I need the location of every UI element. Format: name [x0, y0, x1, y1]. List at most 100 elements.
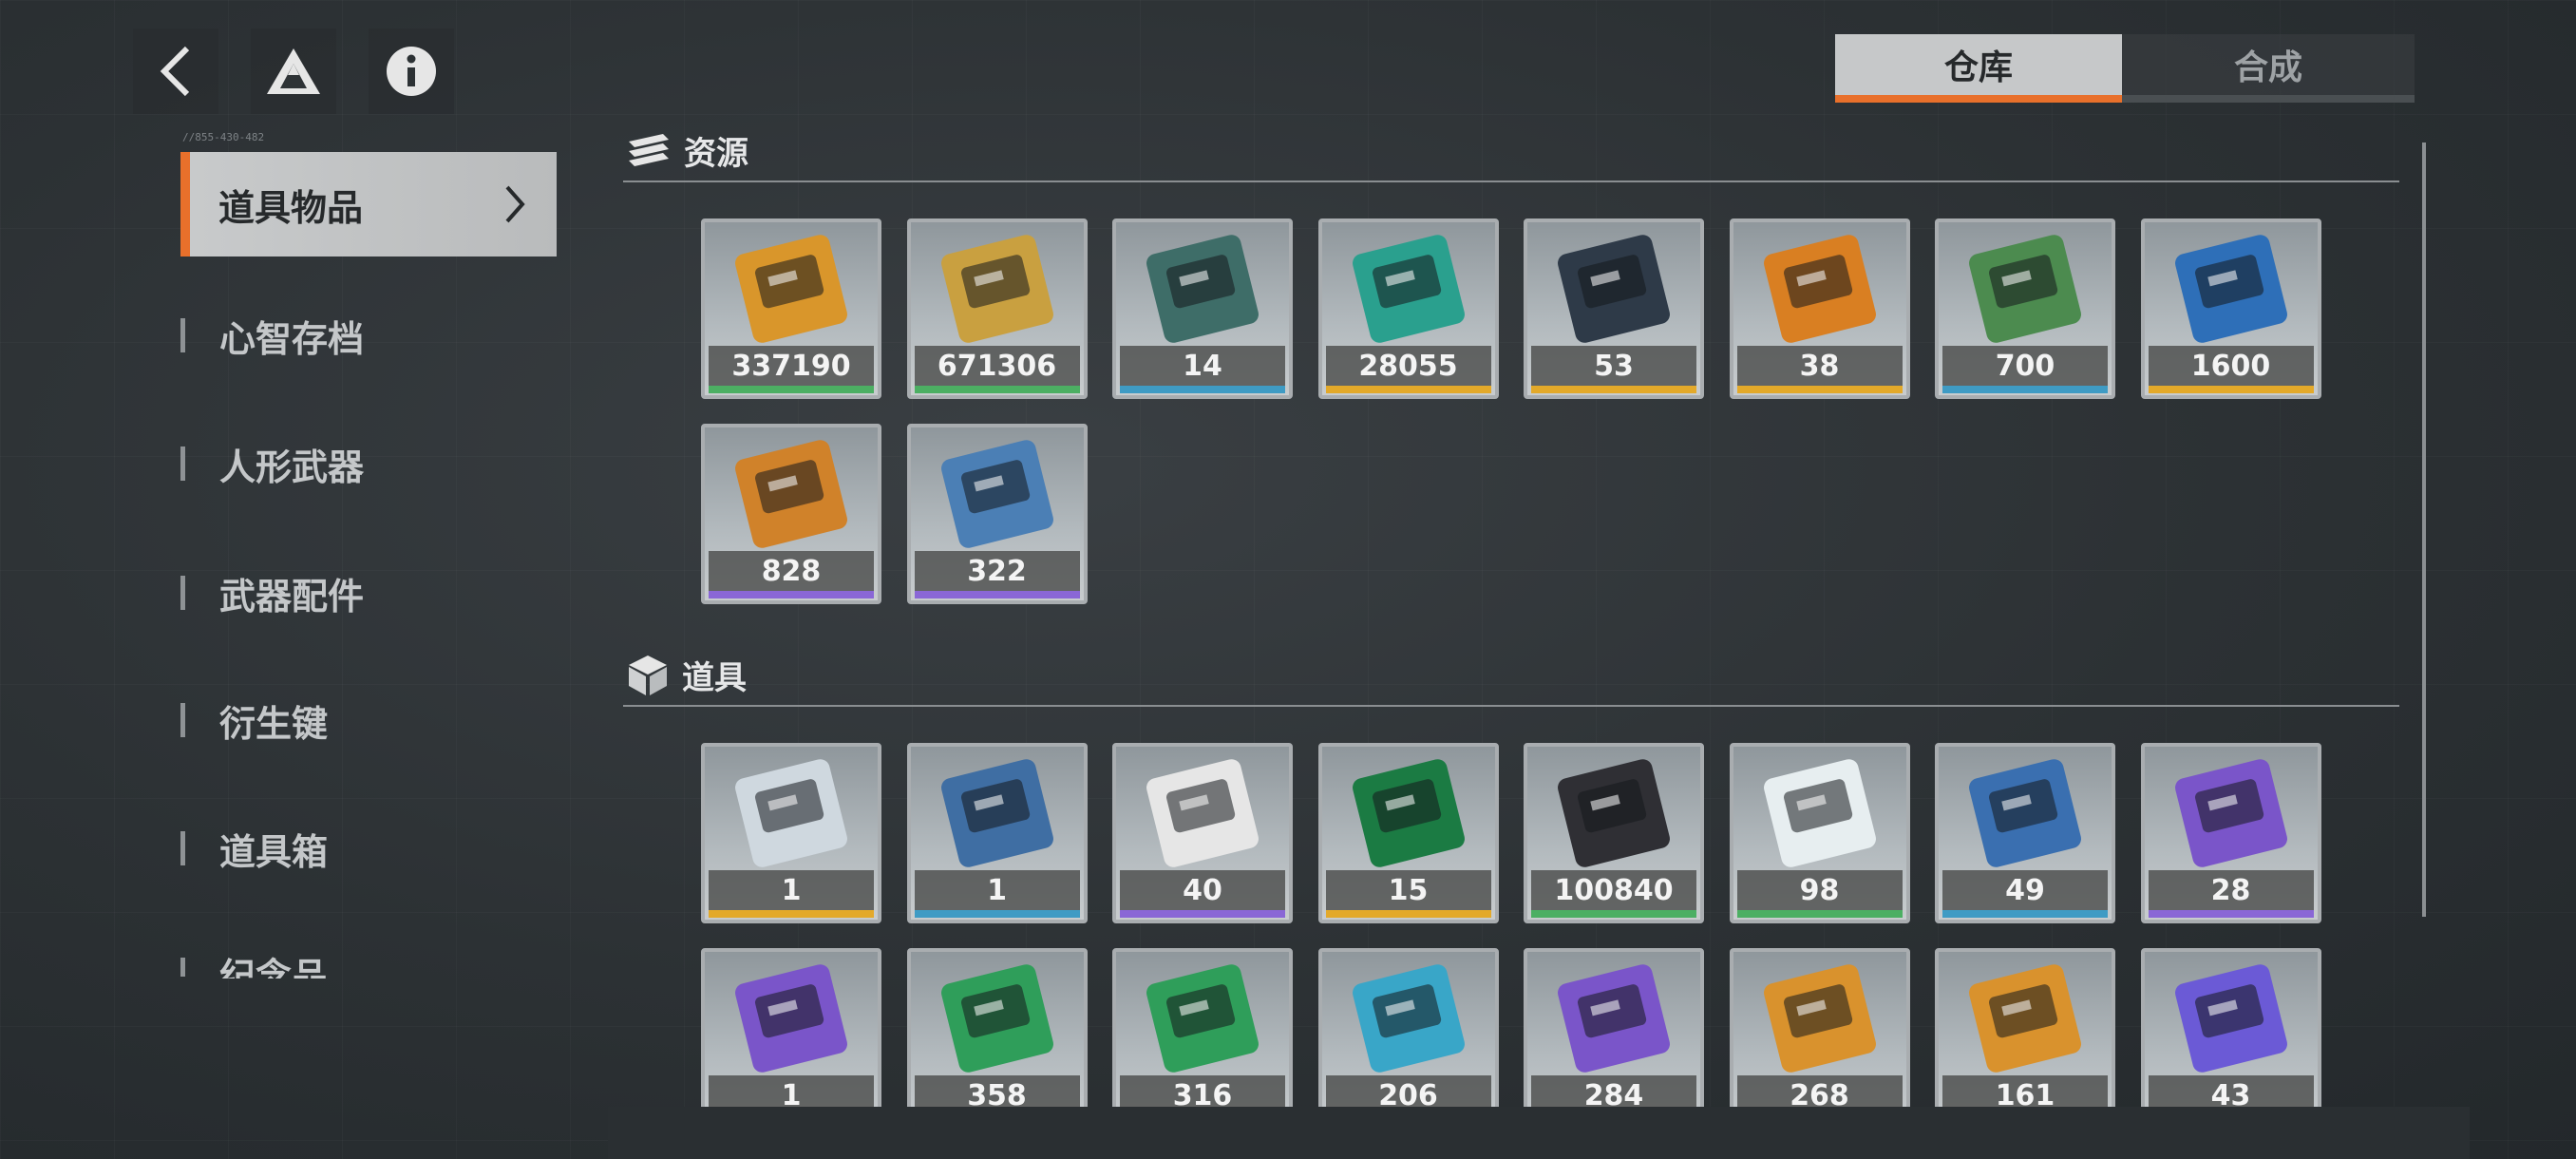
resource-item-rarity-bar — [2148, 386, 2314, 393]
resource-item-rarity-bar — [914, 386, 1080, 393]
resource-item-count: 828 — [709, 551, 874, 591]
resource-item-count: 671306 — [914, 346, 1080, 386]
prop-item-icon — [1558, 964, 1670, 1073]
resource-item-rarity-bar — [1942, 386, 2108, 393]
resource-item[interactable]: 700 — [1935, 218, 2115, 399]
prop-item[interactable]: 206 — [1317, 948, 1499, 1129]
resource-item-icon — [1352, 235, 1465, 343]
prop-item-icon — [735, 759, 847, 867]
resource-item-rarity-bar — [1120, 386, 1285, 393]
prop-item[interactable]: 28 — [2140, 743, 2321, 923]
prop-item-rarity-bar — [914, 910, 1080, 918]
sidebar-item-label: 道具物品 — [218, 186, 364, 229]
resource-item[interactable]: 337190 — [701, 218, 881, 399]
prop-item[interactable]: 40 — [1112, 743, 1293, 923]
prop-item[interactable]: 358 — [906, 948, 1088, 1129]
sidebar-item-items[interactable]: 道具物品 — [180, 152, 557, 256]
resource-item-rarity-bar — [709, 386, 874, 393]
sidebar-item-keys[interactable]: 衍生键 — [180, 692, 328, 749]
resource-item-icon — [1763, 235, 1876, 343]
resource-item[interactable]: 38 — [1729, 218, 1910, 399]
back-button[interactable] — [133, 28, 218, 114]
resource-item-count: 38 — [1736, 346, 1903, 386]
sidebar-item-marker — [180, 703, 185, 737]
prop-item[interactable]: 1 — [701, 743, 881, 923]
tab-synthesis[interactable]: 合成 — [2122, 34, 2415, 103]
prop-item-icon — [735, 964, 847, 1073]
prop-item[interactable]: 43 — [2140, 948, 2321, 1129]
tab-label: 合成 — [2233, 48, 2302, 87]
resource-item-rarity-bar — [1325, 386, 1491, 393]
resource-item[interactable]: 671306 — [906, 218, 1088, 399]
prop-item-icon — [1763, 964, 1876, 1073]
sidebar-item-mind-archive[interactable]: 心智存档 — [180, 307, 364, 364]
prop-item-count: 100840 — [1531, 870, 1696, 910]
sidebar-item-marker — [180, 958, 185, 977]
resource-item-icon — [1146, 235, 1259, 343]
sidebar-item-marker — [180, 831, 185, 865]
prop-item-icon — [2174, 964, 2287, 1073]
prop-item[interactable]: 1 — [906, 743, 1088, 923]
resource-item-rarity-bar — [1531, 386, 1696, 393]
prop-item[interactable]: 284 — [1524, 948, 1704, 1129]
prop-item-icon — [1146, 964, 1259, 1073]
resource-item[interactable]: 322 — [906, 424, 1088, 604]
prop-item-rarity-bar — [1736, 910, 1903, 918]
sidebar-item-boxes[interactable]: 道具箱 — [180, 820, 328, 877]
resource-item-icon — [1558, 235, 1670, 343]
resource-item-icon — [940, 440, 1053, 548]
resource-item[interactable]: 828 — [701, 424, 881, 604]
section-divider — [623, 705, 2399, 707]
sidebar-item-marker — [180, 446, 185, 481]
prop-item[interactable]: 98 — [1729, 743, 1910, 923]
sidebar-item-label: 衍生键 — [219, 702, 329, 745]
sidebar-item-attachments[interactable]: 武器配件 — [180, 564, 364, 621]
prop-item-icon — [1146, 759, 1259, 867]
prop-item[interactable]: 161 — [1935, 948, 2115, 1129]
tab-warehouse[interactable]: 仓库 — [1835, 34, 2122, 103]
prop-item-count: 40 — [1120, 870, 1285, 910]
prop-item[interactable]: 49 — [1935, 743, 2115, 923]
prop-item-icon — [2174, 759, 2287, 867]
info-button[interactable] — [369, 28, 454, 114]
stack-icon — [629, 133, 669, 166]
resource-item[interactable]: 14 — [1112, 218, 1293, 399]
prop-item[interactable]: 15 — [1317, 743, 1499, 923]
triangle-logo-icon — [267, 48, 320, 94]
view-tabs: 仓库 合成 — [1835, 34, 2415, 103]
sidebar-item-souvenirs[interactable]: 纪念品 — [180, 950, 328, 978]
prop-item[interactable]: 100840 — [1524, 743, 1704, 923]
resource-item-count: 14 — [1120, 346, 1285, 386]
resource-item-icon — [735, 440, 847, 548]
resource-item-icon — [735, 235, 847, 343]
prop-item-icon — [940, 964, 1053, 1073]
info-icon — [387, 47, 436, 96]
prop-item[interactable]: 1 — [701, 948, 881, 1129]
prop-item[interactable]: 268 — [1729, 948, 1910, 1129]
prop-item[interactable]: 316 — [1112, 948, 1293, 1129]
resource-item[interactable]: 1600 — [2140, 218, 2321, 399]
prop-item-count: 1 — [914, 870, 1080, 910]
resource-item-rarity-bar — [914, 591, 1080, 598]
sidebar-item-label: 道具箱 — [219, 830, 329, 873]
prop-item-icon — [1558, 759, 1670, 867]
sidebar-item-label: 人形武器 — [219, 446, 365, 488]
drive-button[interactable] — [251, 28, 336, 114]
prop-item-rarity-bar — [1120, 910, 1285, 918]
resource-item-icon — [1969, 235, 2081, 343]
resource-item-count: 337190 — [709, 346, 874, 386]
resource-item-count: 1600 — [2148, 346, 2314, 386]
resource-item[interactable]: 28055 — [1317, 218, 1499, 399]
resource-item[interactable]: 53 — [1524, 218, 1704, 399]
section-header-props: 道具 — [627, 652, 747, 698]
section-divider — [623, 180, 2399, 182]
prop-item-icon — [1763, 759, 1876, 867]
bottom-mask — [608, 1107, 2470, 1159]
sidebar-item-marker — [180, 576, 185, 610]
scrollbar[interactable] — [2422, 142, 2426, 917]
prop-item-rarity-bar — [2148, 910, 2314, 918]
sidebar-item-dolls[interactable]: 人形武器 — [180, 435, 364, 492]
prop-item-icon — [1352, 964, 1465, 1073]
resource-item-count: 322 — [914, 551, 1080, 591]
prop-item-icon — [1969, 759, 2081, 867]
